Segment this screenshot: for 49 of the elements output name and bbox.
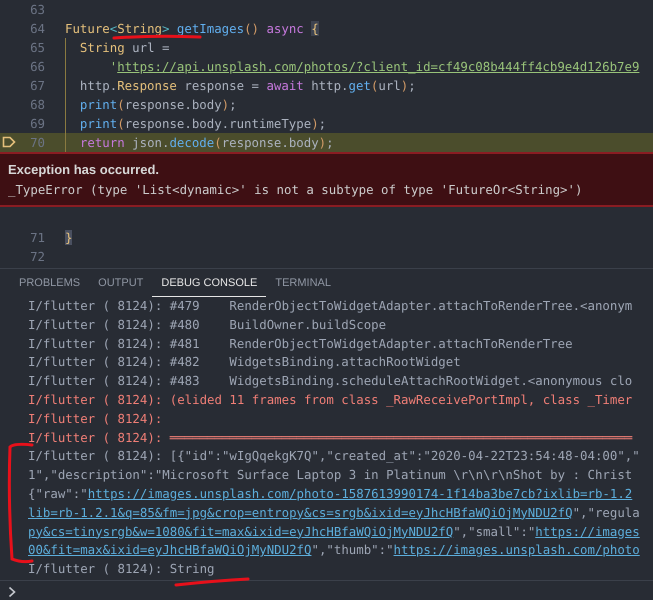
exception-title: Exception has occurred.	[8, 161, 160, 179]
exception-message: _TypeError (type 'List<dynamic>' is not a subtype of type 'FutureOr<String>')	[8, 181, 584, 199]
console-link[interactable]: https://images	[535, 524, 640, 539]
console-line: I/flutter ( 8124):	[28, 410, 164, 428]
code-text: return json.decode(response.body);	[78, 135, 334, 150]
code-link[interactable]: https://api.unsplash.com/photos/?client_id=cf49c08b444ff4cb9e4d126b7e9	[117, 59, 640, 74]
console-line: I/flutter ( 8124): #483 WidgetsBinding.scheduleAttachRootWidget.<anonymous clo	[28, 372, 634, 390]
line-number: 72	[29, 248, 45, 266]
line-number: 69	[29, 115, 45, 133]
console-line: 00&fit=max&ixid=eyJhcHBfaWQiOjMyNDU2fQ","thumb":"https://images.unsplash.com/photo	[28, 541, 641, 560]
chevron-icon	[8, 586, 16, 598]
console-line: I/flutter ( 8124): (elided 11 frames from class _RawReceivePortImpl, class _Timer	[28, 390, 634, 409]
console-input[interactable]	[0, 580, 653, 600]
console-line: {"raw":"https://images.unsplash.com/photo-1587613990174-1f14ba3be7cb?ixlib=rb-1.2	[28, 484, 634, 503]
line-number: 65	[29, 39, 45, 57]
console-line: 1","description":"Microsoft Surface Laptop 3 in Platinum \r\n\r\nShot by : Christ	[28, 466, 634, 484]
console-line: I/flutter ( 8124): #481 RenderObjectToWidgetAdapter.attachToRenderTree	[28, 334, 574, 353]
panel-tab[interactable]: DEBUG CONSOLE	[152, 269, 266, 297]
console-line: I/flutter ( 8124): #479 RenderObjectToWidgetAdapter.attachToRenderTree.<anonym	[28, 297, 634, 315]
console-line: I/flutter ( 8124): #480 BuildOwner.buildScope	[28, 316, 388, 334]
line-number: 64	[29, 20, 45, 38]
line-number: 70	[29, 134, 45, 152]
console-link[interactable]: lib=rb-1.2.1&q=85&fm=jpg&crop=entropy&cs=srgb&ixid=eyJhcHBfaWQiOjMyNDU2fQ	[28, 504, 573, 520]
code-text: 'https://api.unsplash.com/photos/?client_id=cf49c08b444ff4cb9e4d126b7e9	[108, 59, 640, 74]
console-link[interactable]: https://images.unsplash.com/photo	[394, 542, 640, 558]
console-link[interactable]: 00&fit=max&ixid=eyJhcHBfaWQiOjMyNDU2fQ	[28, 542, 312, 558]
code-text: print(response.body.runtimeType);	[78, 116, 326, 131]
console-link[interactable]: https://images.unsplash.com/photo-1587613990174-1f14ba3be7cb?ixlib=rb-1.2	[88, 486, 632, 501]
code-text: }	[65, 230, 72, 245]
code-text: String url =	[78, 40, 170, 55]
code-text: http.Response response = await http.get(url);	[78, 78, 416, 93]
line-number: 66	[29, 58, 45, 76]
console-line: py&cs=tinysrgb&w=1080&fit=max&ixid=eyJhcHBfaWQiOjMyNDU2fQ","small":"https://images	[28, 522, 641, 541]
line-number: 68	[29, 96, 45, 114]
code-text: Future<String> getImages() async {	[65, 21, 319, 36]
line-number: 71	[29, 229, 45, 247]
panel-tab[interactable]: OUTPUT	[89, 269, 152, 297]
console-line: lib=rb-1.2.1&q=85&fm=jpg&crop=entropy&cs=srgb&ixid=eyJhcHBfaWQiOjMyNDU2fQ","regula	[28, 504, 641, 522]
console-link[interactable]: py&cs=tinysrgb&w=1080&fit=max&ixid=eyJhcHBfaWQiOjMyNDU2fQ	[28, 524, 454, 539]
line-number: 63	[29, 1, 45, 19]
code-text: print(response.body);	[78, 97, 237, 112]
panel-tab[interactable]: TERMINAL	[266, 269, 340, 297]
console-line: I/flutter ( 8124): ══════════════════════════════════════════════════════════════	[28, 428, 634, 447]
breakpoint-arrow-icon[interactable]	[2, 136, 16, 148]
console-line: I/flutter ( 8124): [{"id":"wIgQqekgK7Q","created_at":"2020-04-22T23:54:48-04:00","	[28, 447, 641, 466]
line-number: 67	[29, 77, 45, 95]
panel-tab[interactable]: PROBLEMS	[10, 269, 90, 297]
console-line: I/flutter ( 8124): String	[28, 560, 216, 578]
console-line: I/flutter ( 8124): #482 WidgetsBinding.attachRootWidget	[28, 353, 462, 372]
